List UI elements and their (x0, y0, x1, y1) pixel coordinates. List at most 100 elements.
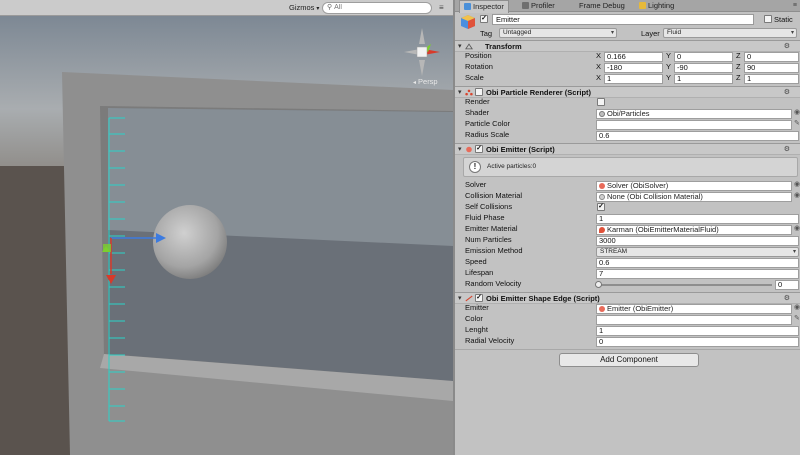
shape-color-swatch[interactable] (596, 315, 792, 325)
emitter-enabled-checkbox[interactable]: ✓ (475, 145, 483, 153)
edge-icon (465, 295, 473, 302)
collision-material-field[interactable]: None (Obi Collision Material) (596, 192, 792, 202)
shader-field[interactable]: Obi/Particles (596, 109, 792, 119)
solver-value: Solver (ObiSolver) (607, 181, 669, 190)
scale-x-field[interactable]: 1 (604, 74, 663, 84)
solver-field[interactable]: Solver (ObiSolver) (596, 181, 792, 191)
rotation-x-field[interactable]: -180 (604, 63, 663, 73)
position-z-field[interactable]: 0 (744, 52, 799, 62)
perspective-text: Persp (418, 77, 438, 86)
add-component-button[interactable]: Add Component (559, 353, 699, 367)
active-particles-info-box: ! Active particles:0 (463, 157, 798, 177)
scene-view[interactable]: Gizmos▾ ⚲ ≡ (0, 0, 453, 455)
perspective-label[interactable]: ◂ Persp (413, 77, 438, 86)
gear-icon[interactable]: ⚙ (784, 42, 790, 50)
transform-header[interactable]: ▾ Transform ⚙ (455, 40, 800, 52)
random-velocity-slider-thumb[interactable] (595, 281, 602, 288)
shape-edge-header[interactable]: ▾ ✓ Obi Emitter Shape Edge (Script) ⚙ (455, 292, 800, 304)
num-particles-label: Num Particles (465, 235, 512, 244)
emitter-material-value: Karman (ObiEmitterMaterialFluid) (607, 225, 719, 234)
lenght-label: Lenght (465, 325, 488, 334)
info-icon (464, 3, 471, 10)
position-label: Position (465, 51, 492, 60)
static-label: Static (774, 15, 793, 24)
tab-frame-debug[interactable]: Frame Debug (575, 0, 629, 12)
layer-select[interactable]: Fluid (663, 28, 797, 38)
rotation-z-field[interactable]: 90 (744, 63, 799, 73)
emitter-header[interactable]: ▾ ✓ Obi Emitter (Script) ⚙ (455, 143, 800, 155)
scale-z-axis: Z (736, 73, 741, 82)
speed-field[interactable]: 0.6 (596, 258, 799, 268)
gear-icon[interactable]: ⚙ (784, 145, 790, 153)
lifespan-field[interactable]: 7 (596, 269, 799, 279)
radial-velocity-field[interactable]: 0 (596, 337, 799, 347)
tab-lighting[interactable]: Lighting (635, 0, 678, 12)
fold-arrow-icon[interactable]: ▾ (458, 145, 462, 153)
rotation-y-field[interactable]: -90 (674, 63, 733, 73)
tab-lighting-label: Lighting (648, 1, 675, 10)
self-collisions-checkbox[interactable]: ✓ (597, 203, 605, 211)
object-picker-icon[interactable]: ◉ (794, 191, 800, 201)
eyedropper-icon[interactable]: ✎ (794, 119, 800, 129)
emission-method-select[interactable]: STREAM (596, 247, 799, 257)
tab-profiler[interactable]: Profiler (518, 0, 559, 12)
scene-viewport[interactable] (0, 16, 453, 455)
position-x-field[interactable]: 0.166 (604, 52, 663, 62)
panel-menu-icon[interactable]: ≡ (793, 0, 797, 12)
position-y-field[interactable]: 0 (674, 52, 733, 62)
object-picker-icon[interactable]: ◉ (794, 224, 800, 234)
num-particles-field[interactable]: 3000 (596, 236, 799, 246)
eyedropper-icon[interactable]: ✎ (794, 314, 800, 324)
object-picker-icon[interactable]: ◉ (794, 180, 800, 190)
random-velocity-slider-track[interactable] (598, 284, 772, 286)
scale-y-field[interactable]: 1 (674, 74, 733, 84)
scale-x-axis: X (596, 73, 602, 82)
static-checkbox[interactable] (764, 15, 772, 23)
material-icon (599, 194, 605, 200)
tag-label: Tag (480, 29, 493, 38)
fold-arrow-icon[interactable]: ▾ (458, 42, 462, 50)
particle-color-swatch[interactable] (596, 120, 792, 130)
fluid-phase-field[interactable]: 1 (596, 214, 799, 224)
object-active-checkbox[interactable]: ✓ (480, 15, 488, 23)
solver-label: Solver (465, 180, 487, 189)
scene-search-input[interactable] (334, 4, 415, 11)
radius-scale-field[interactable]: 0.6 (596, 131, 799, 141)
shape-color-label: Color (465, 314, 483, 323)
chevron-down-icon: ▾ (316, 6, 320, 12)
gizmos-dropdown[interactable]: Gizmos ▾ (286, 2, 322, 14)
fold-arrow-icon[interactable]: ▾ (458, 294, 462, 302)
drop-icon (599, 227, 605, 233)
tag-select[interactable]: Untagged (499, 28, 617, 38)
scene-menu-icon[interactable]: ≡ (439, 2, 444, 14)
radial-velocity-label: Radial Velocity (465, 336, 515, 345)
collision-material-value: None (Obi Collision Material) (607, 192, 703, 201)
section-divider (455, 349, 800, 350)
sphere[interactable] (153, 205, 227, 279)
lenght-field[interactable]: 1 (596, 326, 799, 336)
shape-edge-enabled-checkbox[interactable]: ✓ (475, 294, 483, 302)
shape-emitter-field[interactable]: Emitter (ObiEmitter) (596, 304, 792, 314)
panel-tabbar: Inspector Profiler Frame Debug Lighting … (455, 0, 800, 13)
scale-z-field[interactable]: 1 (744, 74, 799, 84)
emitter-material-field[interactable]: Karman (ObiEmitterMaterialFluid) (596, 225, 792, 235)
gear-icon[interactable]: ⚙ (784, 88, 790, 96)
object-name-field[interactable]: Emitter (492, 14, 754, 25)
scene-search-box[interactable]: ⚲ (322, 2, 432, 14)
rotation-label: Rotation (465, 62, 493, 71)
object-picker-icon[interactable]: ◉ (794, 108, 800, 118)
transform-icon (465, 43, 473, 50)
particle-renderer-enabled-checkbox[interactable] (475, 88, 483, 96)
emitter-icon (466, 146, 472, 153)
active-particles-text: Active particles:0 (487, 163, 537, 170)
gameobject-icon (461, 15, 475, 29)
gear-icon[interactable]: ⚙ (784, 294, 790, 302)
lighting-icon (639, 2, 646, 9)
render-checkbox[interactable] (597, 98, 605, 106)
particle-renderer-header[interactable]: ▾ Obi Particle Renderer (Script) ⚙ (455, 86, 800, 98)
shape-emitter-label: Emitter (465, 303, 489, 312)
fold-arrow-icon[interactable]: ▾ (458, 88, 462, 96)
object-picker-icon[interactable]: ◉ (794, 303, 800, 313)
emission-method-label: Emission Method (465, 246, 523, 255)
random-velocity-field[interactable]: 0 (775, 280, 799, 290)
